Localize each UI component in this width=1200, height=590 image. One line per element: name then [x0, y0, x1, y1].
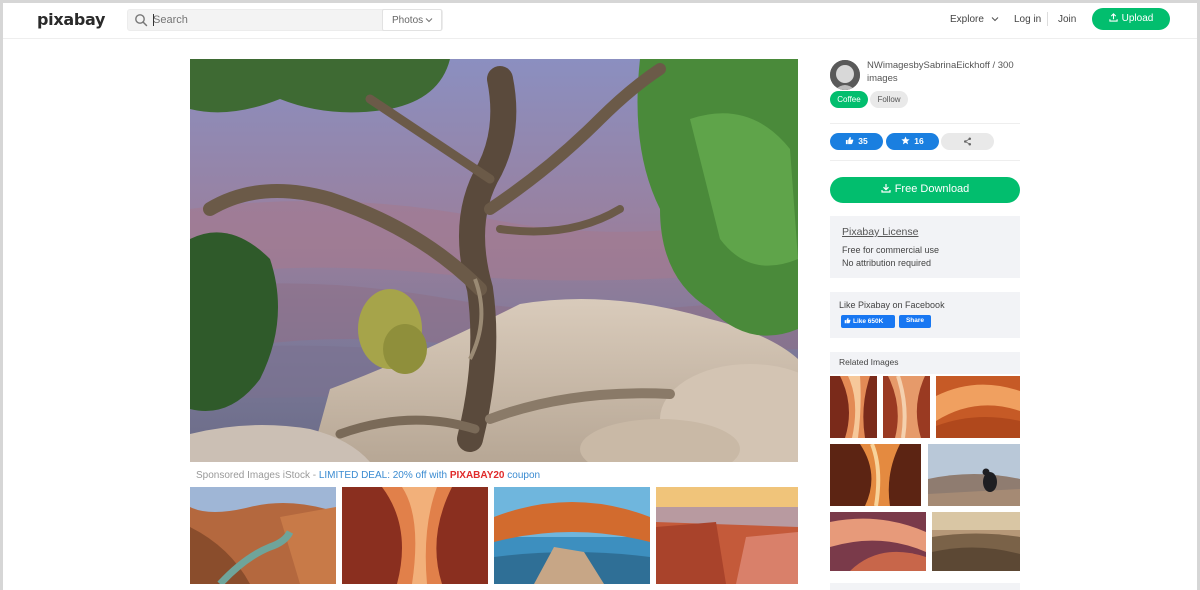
related-thumbnail — [830, 376, 877, 438]
upload-button[interactable]: Upload — [1092, 8, 1170, 30]
sponsored-image[interactable] — [494, 487, 650, 584]
license-commercial: Free for commercial use — [842, 245, 940, 255]
coupon-code: PIXABAY20 — [449, 470, 505, 481]
related-thumbnail — [932, 512, 1020, 571]
canyon-river-thumbnail — [190, 487, 336, 584]
top-navigation: pixabay Photos Explore Log in Join — [3, 3, 1197, 39]
download-label: Free Download — [894, 183, 970, 195]
related-image[interactable] — [928, 444, 1020, 506]
media-type-dropdown[interactable]: Photos — [382, 9, 442, 31]
facebook-like-label: Like 650K — [853, 318, 884, 325]
chevron-down-icon — [991, 17, 999, 22]
license-link[interactable]: Pixabay License — [842, 226, 918, 238]
facebook-panel: Like Pixabay on Facebook Like 650K Share — [830, 292, 1020, 338]
nav-explore[interactable]: Explore — [950, 14, 999, 25]
media-type-label: Photos — [392, 15, 424, 26]
sidebar-panel-partial — [830, 583, 1020, 590]
facebook-title: Like Pixabay on Facebook — [839, 300, 945, 310]
related-image[interactable] — [932, 512, 1020, 571]
related-images-title: Related Images — [839, 357, 899, 367]
sponsored-image[interactable] — [656, 487, 798, 584]
star-icon — [901, 136, 910, 145]
browser-frame: pixabay Photos Explore Log in Join — [0, 0, 1200, 590]
sponsored-image[interactable] — [342, 487, 488, 584]
related-image[interactable] — [883, 376, 930, 438]
nav-divider — [1047, 12, 1048, 26]
related-thumbnail — [883, 376, 930, 438]
thumbs-up-icon — [846, 136, 854, 145]
pixabay-logo[interactable]: pixabay — [37, 10, 105, 29]
divider — [830, 160, 1020, 161]
facebook-share-button[interactable]: Share — [899, 315, 931, 328]
author-name-and-count[interactable]: NWimagesbySabrinaEickhoff / 300 images — [867, 59, 1027, 85]
share-icon — [963, 137, 972, 146]
nav-explore-label: Explore — [950, 14, 984, 25]
like-button[interactable]: 35 — [830, 133, 883, 150]
related-image[interactable] — [830, 512, 926, 571]
search-input[interactable] — [153, 12, 373, 28]
avatar-image — [830, 60, 860, 90]
sponsored-prefix: Sponsored Images iStock - — [196, 470, 319, 481]
favorite-button[interactable]: 16 — [886, 133, 939, 150]
upload-label: Upload — [1121, 13, 1154, 24]
share-button[interactable] — [941, 133, 994, 150]
related-image[interactable] — [830, 444, 921, 506]
sponsored-image[interactable] — [190, 487, 336, 584]
deal-text: LIMITED DEAL: 20% off with — [318, 470, 450, 481]
related-image[interactable] — [936, 376, 1020, 438]
search-bar: Photos — [127, 9, 443, 31]
favorite-count: 16 — [914, 136, 924, 146]
tree-canyon-image — [190, 59, 798, 462]
text-cursor — [153, 14, 154, 26]
download-icon — [881, 184, 891, 193]
related-thumbnail — [830, 444, 921, 506]
like-count: 35 — [858, 136, 868, 146]
related-thumbnail — [936, 376, 1020, 438]
sponsored-banner[interactable]: Sponsored Images iStock - LIMITED DEAL: … — [196, 470, 540, 481]
related-thumbnail — [928, 444, 1020, 506]
upload-icon — [1109, 13, 1118, 22]
nav-join[interactable]: Join — [1058, 14, 1076, 25]
search-icon[interactable] — [134, 13, 148, 27]
main-photo[interactable] — [190, 59, 798, 462]
coffee-button[interactable]: Coffee — [830, 91, 868, 108]
thumbs-up-icon — [844, 317, 851, 324]
chevron-down-icon — [425, 18, 433, 23]
author-avatar[interactable] — [830, 60, 860, 90]
facebook-like-button[interactable]: Like 650K — [841, 315, 895, 328]
grand-canyon-sunset-thumbnail — [656, 487, 798, 584]
nav-login[interactable]: Log in — [1014, 14, 1041, 25]
antelope-canyon-thumbnail — [342, 487, 488, 584]
mesa-arch-thumbnail — [494, 487, 650, 584]
free-download-button[interactable]: Free Download — [830, 177, 1020, 203]
related-images-header: Related Images — [830, 352, 1020, 374]
coupon-suffix: coupon — [504, 470, 541, 481]
related-image[interactable] — [830, 376, 877, 438]
divider — [830, 123, 1020, 124]
follow-button[interactable]: Follow — [870, 91, 908, 108]
license-panel: Pixabay License Free for commercial use … — [830, 216, 1020, 278]
related-thumbnail — [830, 512, 926, 571]
license-attribution: No attribution required — [842, 258, 932, 268]
